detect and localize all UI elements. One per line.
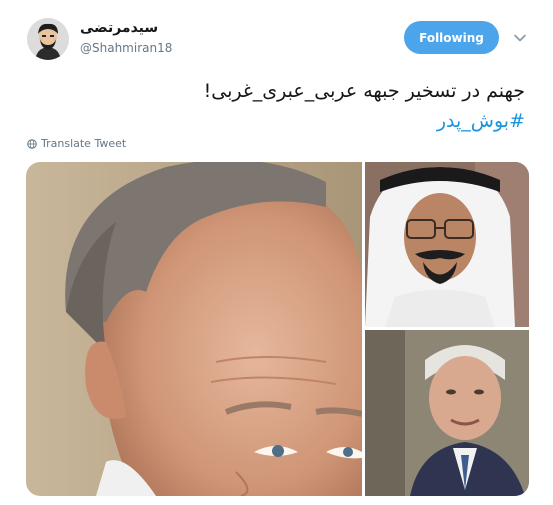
avatar-cartoon-icon [27,18,69,60]
display-name[interactable]: سیدمرتضی [80,20,158,36]
hashtag-link[interactable]: #بوش_پدر [55,106,525,136]
globe-icon [27,138,37,149]
photo-older-man-closeup[interactable] [26,162,362,496]
tweet-text: جهنم در تسخیر جبهه عربی_عبری_غربی! #بوش_… [55,76,525,136]
user-handle[interactable]: @Shahmiran18 [80,41,172,55]
following-button[interactable]: Following [404,21,499,54]
avatar[interactable] [27,18,69,60]
translate-label: Translate Tweet [41,137,127,150]
photo-man-white-headdress[interactable] [365,162,529,327]
chevron-down-icon[interactable] [513,31,527,45]
tweet-text-line: جهنم در تسخیر جبهه عربی_عبری_غربی! [203,80,525,102]
photo-elderly-man-suit[interactable] [365,330,529,496]
media-grid [26,162,529,496]
translate-tweet-link[interactable]: Translate Tweet [27,137,126,150]
